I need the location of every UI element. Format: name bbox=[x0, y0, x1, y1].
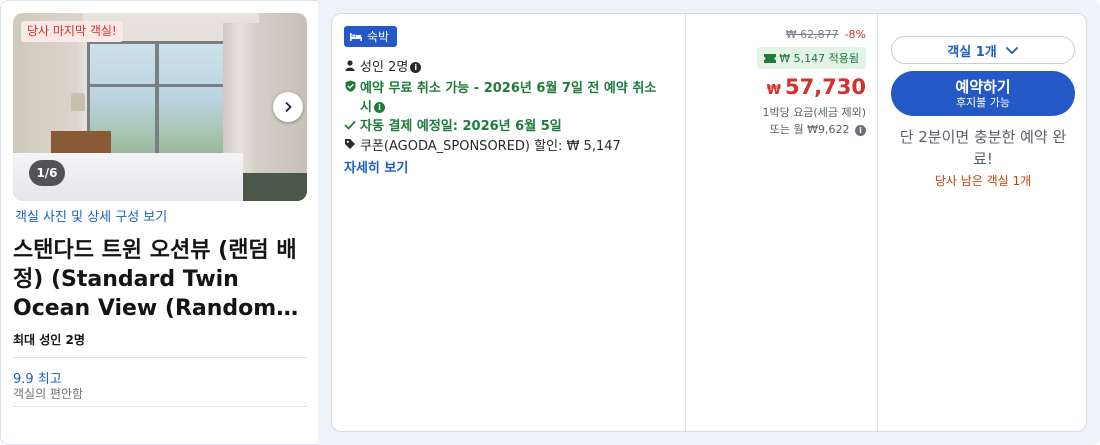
info-icon[interactable]: i bbox=[410, 62, 422, 73]
final-price: ₩57,730 bbox=[686, 75, 866, 103]
photo-counter: 1/6 bbox=[29, 160, 65, 186]
coupon-applied-badge: ₩ 5,147 적용됨 bbox=[757, 47, 866, 69]
max-occupancy: 최대 성인 2명 bbox=[13, 333, 85, 347]
rooms-left-notice: 당사 남은 객실 1개 bbox=[934, 174, 1032, 188]
last-room-badge: 당사 마지막 객실! bbox=[21, 21, 123, 42]
urgency-message: 단 2분이면 충분한 예약 완료! bbox=[899, 128, 1067, 168]
monthly-price-line: 또는 월 ₩9,622 i bbox=[686, 122, 866, 137]
free-cancel-line: 예약 무료 취소 가능 - 2026년 6월 7일 전 예약 취소 시i bbox=[344, 79, 674, 117]
guests-text: 성인 2명 bbox=[360, 60, 409, 75]
offer-details: 숙박 성인 2명 i 예약 무료 취소 가능 - 2026년 6월 7일 전 예약… bbox=[344, 26, 674, 176]
person-icon bbox=[344, 58, 356, 77]
discount-percent: -8% bbox=[844, 28, 866, 41]
next-photo-button[interactable] bbox=[273, 92, 303, 122]
room-count-select[interactable]: 객실 1개 bbox=[891, 36, 1075, 64]
coupon-applied-text: ₩ 5,147 적용됨 bbox=[779, 52, 859, 65]
coupon-text: 쿠폰(AGODA_SPONSORED) 할인: ₩ 5,147 bbox=[360, 139, 621, 154]
free-cancel-text: 예약 무료 취소 가능 - 2026년 6월 7일 전 예약 취소 시 bbox=[360, 81, 657, 115]
book-button-sublabel: 후지불 가능 bbox=[955, 95, 1011, 109]
currency-symbol: ₩ bbox=[766, 83, 781, 98]
monthly-price: 또는 월 ₩9,622 bbox=[769, 123, 850, 136]
info-icon[interactable]: i bbox=[373, 102, 385, 113]
chevron-right-icon bbox=[285, 101, 292, 113]
auto-pay-text: 자동 결제 예정일: 2026년 6월 5일 bbox=[360, 119, 562, 134]
book-button-label: 예약하기 bbox=[955, 77, 1011, 96]
stay-tag-label: 숙박 bbox=[367, 30, 390, 44]
room-score: 9.9 최고 bbox=[13, 372, 62, 387]
ticket-icon bbox=[764, 54, 777, 63]
room-photo[interactable]: 당사 마지막 객실! 1/6 bbox=[13, 13, 307, 201]
coupon-line: 쿠폰(AGODA_SPONSORED) 할인: ₩ 5,147 bbox=[344, 137, 674, 156]
price-column: ₩ 62,877 -8% ₩ 5,147 적용됨 ₩57,730 1박당 요금(세… bbox=[686, 28, 866, 137]
divider bbox=[13, 357, 307, 358]
chevron-down-icon bbox=[1005, 46, 1018, 54]
original-price: ₩ 62,877 bbox=[785, 28, 839, 41]
original-price-line: ₩ 62,877 -8% bbox=[686, 28, 866, 41]
info-icon[interactable]: i bbox=[855, 124, 866, 136]
divider bbox=[13, 406, 307, 407]
bed-icon bbox=[350, 32, 362, 41]
room-title: 스탠다드 트윈 오션뷰 (랜덤 배정) (Standard Twin Ocean… bbox=[13, 238, 299, 321]
offer-panel: 숙박 성인 2명 i 예약 무료 취소 가능 - 2026년 6월 7일 전 예약… bbox=[331, 13, 1087, 432]
stay-tag: 숙박 bbox=[344, 26, 398, 47]
tag-icon bbox=[344, 137, 356, 156]
column-divider bbox=[877, 14, 878, 431]
price-value: 57,730 bbox=[784, 75, 866, 99]
room-score-label: 객실의 편안함 bbox=[13, 387, 84, 401]
shield-check-icon bbox=[344, 79, 356, 98]
details-link[interactable]: 자세히 보기 bbox=[344, 157, 674, 176]
room-photos-link[interactable]: 객실 사진 및 상세 구성 보기 bbox=[13, 206, 307, 225]
room-count-value: 객실 1개 bbox=[947, 44, 997, 60]
guests-line: 성인 2명 i bbox=[344, 58, 674, 77]
per-night-note: 1박당 요금(세금 제외) bbox=[762, 106, 866, 119]
booking-column: 객실 1개 예약하기 후지불 가능 단 2분이면 충분한 예약 완료! 당사 남… bbox=[891, 36, 1075, 189]
check-icon bbox=[344, 117, 356, 136]
room-info-column: 당사 마지막 객실! 1/6 객실 사진 및 상세 구성 보기 스탠다드 트윈 … bbox=[13, 13, 307, 407]
auto-pay-line: 자동 결제 예정일: 2026년 6월 5일 bbox=[344, 117, 674, 136]
book-button[interactable]: 예약하기 후지불 가능 bbox=[891, 71, 1075, 116]
